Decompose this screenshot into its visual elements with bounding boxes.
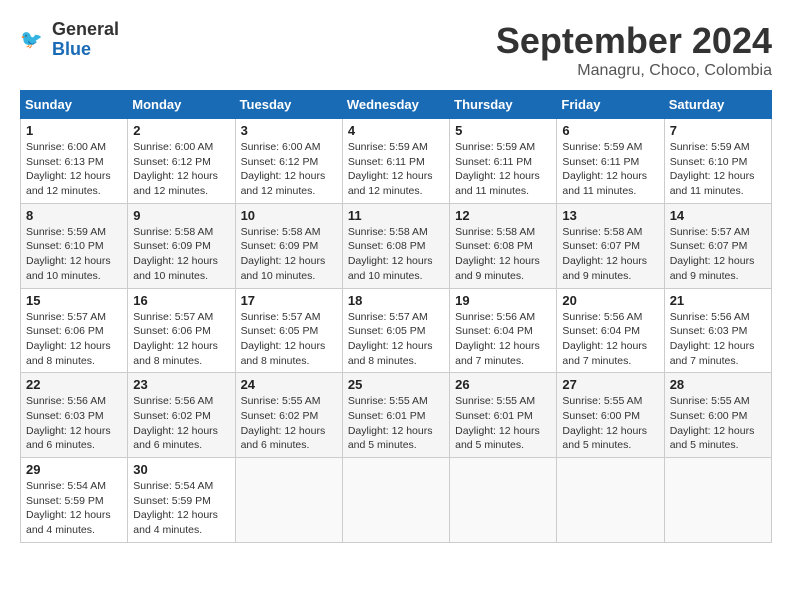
calendar-week-5: 29Sunrise: 5:54 AMSunset: 5:59 PMDayligh…: [21, 458, 772, 543]
table-row: 24Sunrise: 5:55 AMSunset: 6:02 PMDayligh…: [235, 373, 342, 458]
table-row: 10Sunrise: 5:58 AMSunset: 6:09 PMDayligh…: [235, 203, 342, 288]
table-row: 6Sunrise: 5:59 AMSunset: 6:11 PMDaylight…: [557, 119, 664, 204]
table-row: [664, 458, 771, 543]
table-row: 8Sunrise: 5:59 AMSunset: 6:10 PMDaylight…: [21, 203, 128, 288]
table-row: 20Sunrise: 5:56 AMSunset: 6:04 PMDayligh…: [557, 288, 664, 373]
calendar-header-row: Sunday Monday Tuesday Wednesday Thursday…: [21, 91, 772, 119]
col-monday: Monday: [128, 91, 235, 119]
table-row: 11Sunrise: 5:58 AMSunset: 6:08 PMDayligh…: [342, 203, 449, 288]
col-wednesday: Wednesday: [342, 91, 449, 119]
calendar-week-2: 8Sunrise: 5:59 AMSunset: 6:10 PMDaylight…: [21, 203, 772, 288]
calendar-table: Sunday Monday Tuesday Wednesday Thursday…: [20, 90, 772, 543]
calendar-week-4: 22Sunrise: 5:56 AMSunset: 6:03 PMDayligh…: [21, 373, 772, 458]
svg-text:🐦: 🐦: [20, 29, 43, 49]
table-row: 22Sunrise: 5:56 AMSunset: 6:03 PMDayligh…: [21, 373, 128, 458]
location: Managru, Choco, Colombia: [496, 62, 772, 80]
calendar-week-3: 15Sunrise: 5:57 AMSunset: 6:06 PMDayligh…: [21, 288, 772, 373]
table-row: [450, 458, 557, 543]
table-row: 16Sunrise: 5:57 AMSunset: 6:06 PMDayligh…: [128, 288, 235, 373]
col-tuesday: Tuesday: [235, 91, 342, 119]
table-row: 9Sunrise: 5:58 AMSunset: 6:09 PMDaylight…: [128, 203, 235, 288]
table-row: 3Sunrise: 6:00 AMSunset: 6:12 PMDaylight…: [235, 119, 342, 204]
col-thursday: Thursday: [450, 91, 557, 119]
calendar-week-1: 1Sunrise: 6:00 AMSunset: 6:13 PMDaylight…: [21, 119, 772, 204]
table-row: 28Sunrise: 5:55 AMSunset: 6:00 PMDayligh…: [664, 373, 771, 458]
table-row: 17Sunrise: 5:57 AMSunset: 6:05 PMDayligh…: [235, 288, 342, 373]
table-row: 27Sunrise: 5:55 AMSunset: 6:00 PMDayligh…: [557, 373, 664, 458]
table-row: 1Sunrise: 6:00 AMSunset: 6:13 PMDaylight…: [21, 119, 128, 204]
month-year: September 2024: [496, 20, 772, 62]
table-row: 13Sunrise: 5:58 AMSunset: 6:07 PMDayligh…: [557, 203, 664, 288]
table-row: 26Sunrise: 5:55 AMSunset: 6:01 PMDayligh…: [450, 373, 557, 458]
table-row: 19Sunrise: 5:56 AMSunset: 6:04 PMDayligh…: [450, 288, 557, 373]
logo-text: General Blue: [52, 20, 119, 60]
col-sunday: Sunday: [21, 91, 128, 119]
table-row: 4Sunrise: 5:59 AMSunset: 6:11 PMDaylight…: [342, 119, 449, 204]
page-header: 🐦 General Blue September 2024 Managru, C…: [20, 20, 772, 80]
table-row: 18Sunrise: 5:57 AMSunset: 6:05 PMDayligh…: [342, 288, 449, 373]
table-row: 14Sunrise: 5:57 AMSunset: 6:07 PMDayligh…: [664, 203, 771, 288]
table-row: 5Sunrise: 5:59 AMSunset: 6:11 PMDaylight…: [450, 119, 557, 204]
col-friday: Friday: [557, 91, 664, 119]
table-row: 7Sunrise: 5:59 AMSunset: 6:10 PMDaylight…: [664, 119, 771, 204]
table-row: [342, 458, 449, 543]
table-row: [235, 458, 342, 543]
logo-icon: 🐦: [20, 26, 48, 54]
table-row: 23Sunrise: 5:56 AMSunset: 6:02 PMDayligh…: [128, 373, 235, 458]
table-row: 29Sunrise: 5:54 AMSunset: 5:59 PMDayligh…: [21, 458, 128, 543]
table-row: 12Sunrise: 5:58 AMSunset: 6:08 PMDayligh…: [450, 203, 557, 288]
table-row: 30Sunrise: 5:54 AMSunset: 5:59 PMDayligh…: [128, 458, 235, 543]
calendar-title: September 2024 Managru, Choco, Colombia: [496, 20, 772, 80]
table-row: [557, 458, 664, 543]
logo: 🐦 General Blue: [20, 20, 119, 60]
table-row: 2Sunrise: 6:00 AMSunset: 6:12 PMDaylight…: [128, 119, 235, 204]
col-saturday: Saturday: [664, 91, 771, 119]
table-row: 21Sunrise: 5:56 AMSunset: 6:03 PMDayligh…: [664, 288, 771, 373]
table-row: 15Sunrise: 5:57 AMSunset: 6:06 PMDayligh…: [21, 288, 128, 373]
table-row: 25Sunrise: 5:55 AMSunset: 6:01 PMDayligh…: [342, 373, 449, 458]
